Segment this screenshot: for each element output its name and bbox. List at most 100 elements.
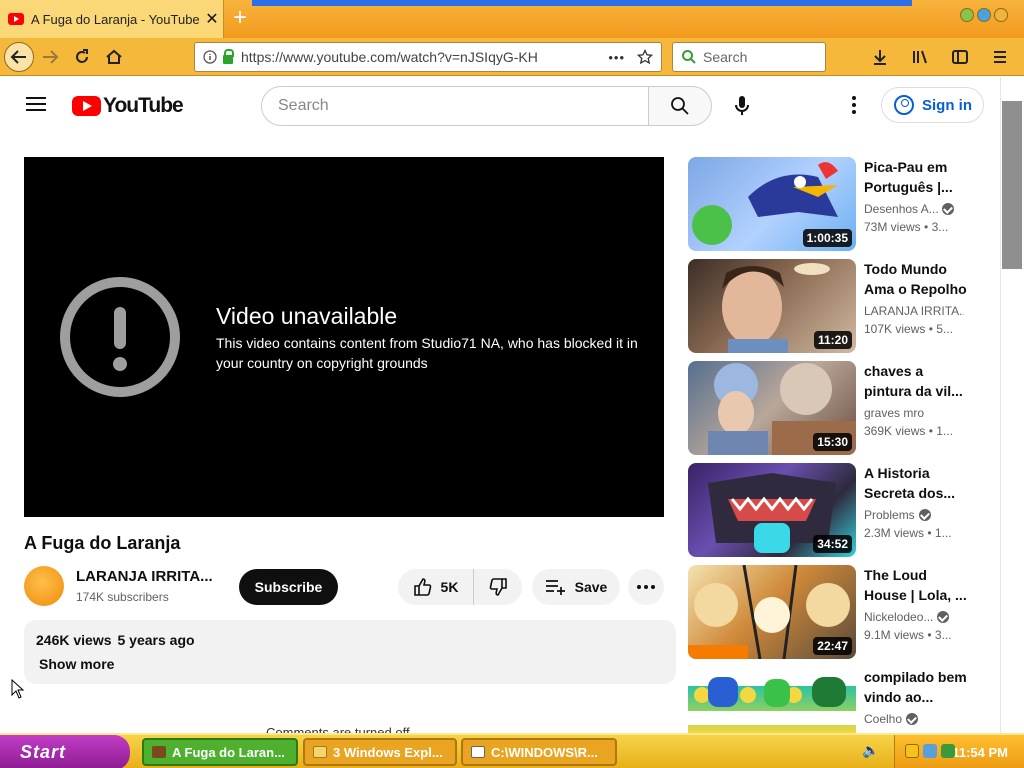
recommendation-meta: 2.3M views • 1... xyxy=(864,526,952,540)
maximize-icon[interactable] xyxy=(977,8,991,22)
clock[interactable]: 11:54 PM xyxy=(952,745,1008,760)
video-thumbnail[interactable]: 15:30 xyxy=(688,361,856,455)
library-icon xyxy=(913,50,927,64)
taskbar-item-explorer[interactable]: 3 Windows Expl... xyxy=(303,738,457,766)
dislike-button[interactable] xyxy=(474,569,522,605)
home-button[interactable] xyxy=(98,41,130,73)
recommendation-channel[interactable]: LARANJA IRRITA... xyxy=(864,304,974,318)
description-meta: 246K views 5 years ago xyxy=(36,632,664,648)
page-actions-icon[interactable]: ••• xyxy=(608,50,625,65)
video-thumbnail[interactable]: 34:52 xyxy=(688,463,856,557)
notepad-icon xyxy=(471,746,485,758)
account-icon xyxy=(894,95,914,115)
recommendation-title[interactable]: Todo Mundo Ama o Repolho xyxy=(864,259,968,299)
description-box[interactable]: 246K views 5 years ago Show more xyxy=(24,620,676,684)
info-icon[interactable] xyxy=(203,50,217,64)
video-thumbnail[interactable] xyxy=(688,667,856,733)
video-player[interactable]: Video unavailable This video contains co… xyxy=(24,157,664,517)
menu-button[interactable] xyxy=(984,41,1016,73)
verified-badge-icon xyxy=(918,509,931,521)
sign-in-label: Sign in xyxy=(922,96,972,114)
recommendation-item[interactable]: compilado bem vindo ao... Coelho xyxy=(688,667,988,733)
settings-more-icon[interactable] xyxy=(844,91,864,119)
recommendation-title[interactable]: Pica-Pau em Português |... xyxy=(864,157,968,197)
shield-icon[interactable] xyxy=(905,744,919,758)
guide-menu-icon[interactable] xyxy=(26,97,46,111)
recommendation-item[interactable]: 15:30 chaves a pintura da vil... graves … xyxy=(688,361,988,455)
library-button[interactable] xyxy=(904,41,936,73)
taskbar-item-windows-folder[interactable]: C:\WINDOWS\R... xyxy=(461,738,617,766)
recommendation-channel[interactable]: graves mro xyxy=(864,406,974,420)
youtube-header: YouTube Search Sign in xyxy=(0,77,1000,133)
video-thumbnail[interactable]: 1:00:35 xyxy=(688,157,856,251)
url-bar[interactable]: https://www.youtube.com/watch?v=nJSIqyG-… xyxy=(194,42,662,72)
reload-icon xyxy=(76,48,88,63)
recommendation-channel[interactable]: Desenhos A... xyxy=(864,202,974,216)
more-actions-button[interactable] xyxy=(628,569,664,605)
recommendation-title[interactable]: compilado bem vindo ao... xyxy=(864,667,968,707)
recommendation-title[interactable]: chaves a pintura da vil... xyxy=(864,361,968,401)
recommendation-item[interactable]: 1:00:35 Pica-Pau em Português |... Desen… xyxy=(688,157,988,251)
recommendation-channel[interactable]: Problems xyxy=(864,508,974,522)
bookmark-star-icon[interactable] xyxy=(637,49,653,65)
youtube-logo[interactable]: YouTube xyxy=(72,94,184,118)
browser-tab-strip: A Fuga do Laranja - YouTube ✕ + xyxy=(0,0,1024,38)
recommendation-meta: 9.1M views • 3... xyxy=(864,628,952,642)
recommendation-item[interactable]: 34:52 A Historia Secreta dos... Problems… xyxy=(688,463,988,557)
forward-button[interactable] xyxy=(34,41,66,73)
close-window-icon[interactable] xyxy=(994,8,1008,22)
back-button[interactable] xyxy=(4,41,34,72)
recommendation-channel[interactable]: Coelho xyxy=(864,712,974,726)
volume-icon[interactable]: 🔈 xyxy=(862,742,879,760)
taskbar-item-firefox[interactable]: A Fuga do Laran... xyxy=(142,738,298,766)
minimize-icon[interactable] xyxy=(960,8,974,22)
search-icon xyxy=(671,97,689,115)
recommendation-title[interactable]: A Historia Secreta dos... xyxy=(864,463,968,503)
subscribe-button[interactable]: Subscribe xyxy=(239,569,338,605)
browser-search-box[interactable]: Search xyxy=(672,42,826,72)
channel-name[interactable]: LARANJA IRRITA... xyxy=(76,568,216,585)
video-title: A Fuga do Laranja xyxy=(24,533,181,553)
youtube-logo-text: YouTube xyxy=(103,94,184,117)
url-text[interactable]: https://www.youtube.com/watch?v=nJSIqyG-… xyxy=(241,49,608,65)
thumbnail-art xyxy=(688,677,856,725)
home-icon xyxy=(106,49,122,64)
scrollbar-thumb[interactable] xyxy=(1002,101,1022,269)
connection-icon[interactable] xyxy=(941,744,955,758)
reload-button[interactable] xyxy=(66,41,98,73)
upload-age: 5 years ago xyxy=(117,632,195,648)
video-thumbnail[interactable]: 11:20 xyxy=(688,259,856,353)
new-tab-button[interactable]: + xyxy=(228,5,252,31)
start-button[interactable]: Start xyxy=(0,735,130,768)
sidebar-icon xyxy=(952,50,968,64)
error-title: Video unavailable xyxy=(216,303,398,329)
sign-in-button[interactable]: Sign in xyxy=(881,87,984,123)
network-icon[interactable] xyxy=(923,744,937,758)
tab-close-icon[interactable]: ✕ xyxy=(201,9,223,29)
thumbs-up-icon xyxy=(413,578,431,596)
error-exclamation-icon xyxy=(60,277,180,397)
search-button[interactable] xyxy=(648,86,712,126)
like-button[interactable]: 5K xyxy=(398,569,474,605)
sidebar-toggle-button[interactable] xyxy=(944,41,976,73)
recommendation-item[interactable]: 22:47 The Loud House | Lola, ... Nickelo… xyxy=(688,565,988,659)
recommendation-meta: 73M views • 3... xyxy=(864,220,949,234)
channel-avatar[interactable] xyxy=(24,566,64,606)
taskbar: Start A Fuga do Laran... 3 Windows Expl.… xyxy=(0,733,1024,768)
save-button[interactable]: Save xyxy=(532,569,620,605)
recommendation-channel[interactable]: Nickelodeo... xyxy=(864,610,974,624)
search-input[interactable]: Search xyxy=(261,86,649,126)
download-icon xyxy=(874,50,886,65)
toolbar-right xyxy=(864,41,1016,73)
video-duration: 1:00:35 xyxy=(802,229,852,247)
forward-arrow-icon xyxy=(43,49,59,64)
browser-tab-active[interactable]: A Fuga do Laranja - YouTube ✕ xyxy=(0,0,224,38)
recommendation-item[interactable]: 11:20 Todo Mundo Ama o Repolho LARANJA I… xyxy=(688,259,988,353)
verified-badge-icon xyxy=(942,203,954,215)
like-count: 5K xyxy=(440,579,459,595)
voice-search-button[interactable] xyxy=(724,88,760,124)
show-more-button[interactable]: Show more xyxy=(39,656,664,672)
recommendation-title[interactable]: The Loud House | Lola, ... xyxy=(864,565,968,605)
downloads-button[interactable] xyxy=(864,41,896,73)
video-thumbnail[interactable]: 22:47 xyxy=(688,565,856,659)
